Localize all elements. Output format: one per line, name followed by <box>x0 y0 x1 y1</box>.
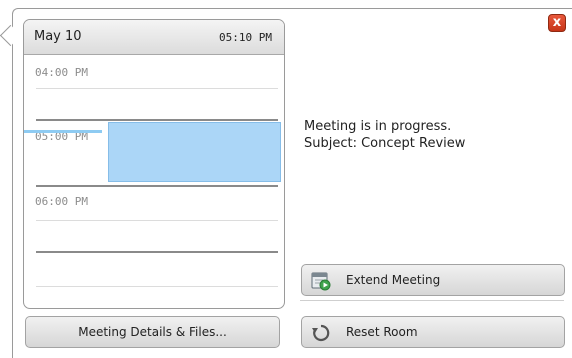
time-slot-label: 06:00 PM <box>35 195 88 208</box>
extend-meeting-label: Extend Meeting <box>346 273 441 287</box>
close-icon: x <box>552 15 562 30</box>
calendar-date: May 10 <box>34 29 82 44</box>
reset-room-label: Reset Room <box>346 325 418 339</box>
half-hour-line <box>36 286 278 287</box>
day-calendar: May 10 05:10 PM 04:00 PM 05:00 PM 06:00 … <box>23 19 285 309</box>
current-time-marker <box>24 130 102 133</box>
time-slot-label: 04:00 PM <box>35 66 88 79</box>
status-text: Meeting is in progress. <box>304 119 452 134</box>
meeting-status: Meeting is in progress. Subject: Concept… <box>304 118 465 152</box>
hour-line <box>36 119 278 121</box>
close-button[interactable]: x <box>548 14 566 32</box>
divider <box>300 300 564 301</box>
meeting-block[interactable] <box>108 122 281 182</box>
extend-meeting-button[interactable]: Extend Meeting <box>301 264 565 296</box>
subject-text: Subject: Concept Review <box>304 136 466 151</box>
meeting-details-button[interactable]: Meeting Details & Files... <box>25 316 280 348</box>
hour-line <box>36 251 278 253</box>
current-time: 05:10 PM <box>219 31 272 44</box>
reset-room-button[interactable]: Reset Room <box>301 316 565 348</box>
reset-icon <box>312 324 330 342</box>
calendar-header: May 10 05:10 PM <box>24 20 284 55</box>
meeting-details-label: Meeting Details & Files... <box>78 325 227 339</box>
hour-line <box>36 185 278 187</box>
half-hour-line <box>36 220 278 221</box>
half-hour-line <box>36 88 278 89</box>
calendar-play-icon <box>311 272 331 291</box>
